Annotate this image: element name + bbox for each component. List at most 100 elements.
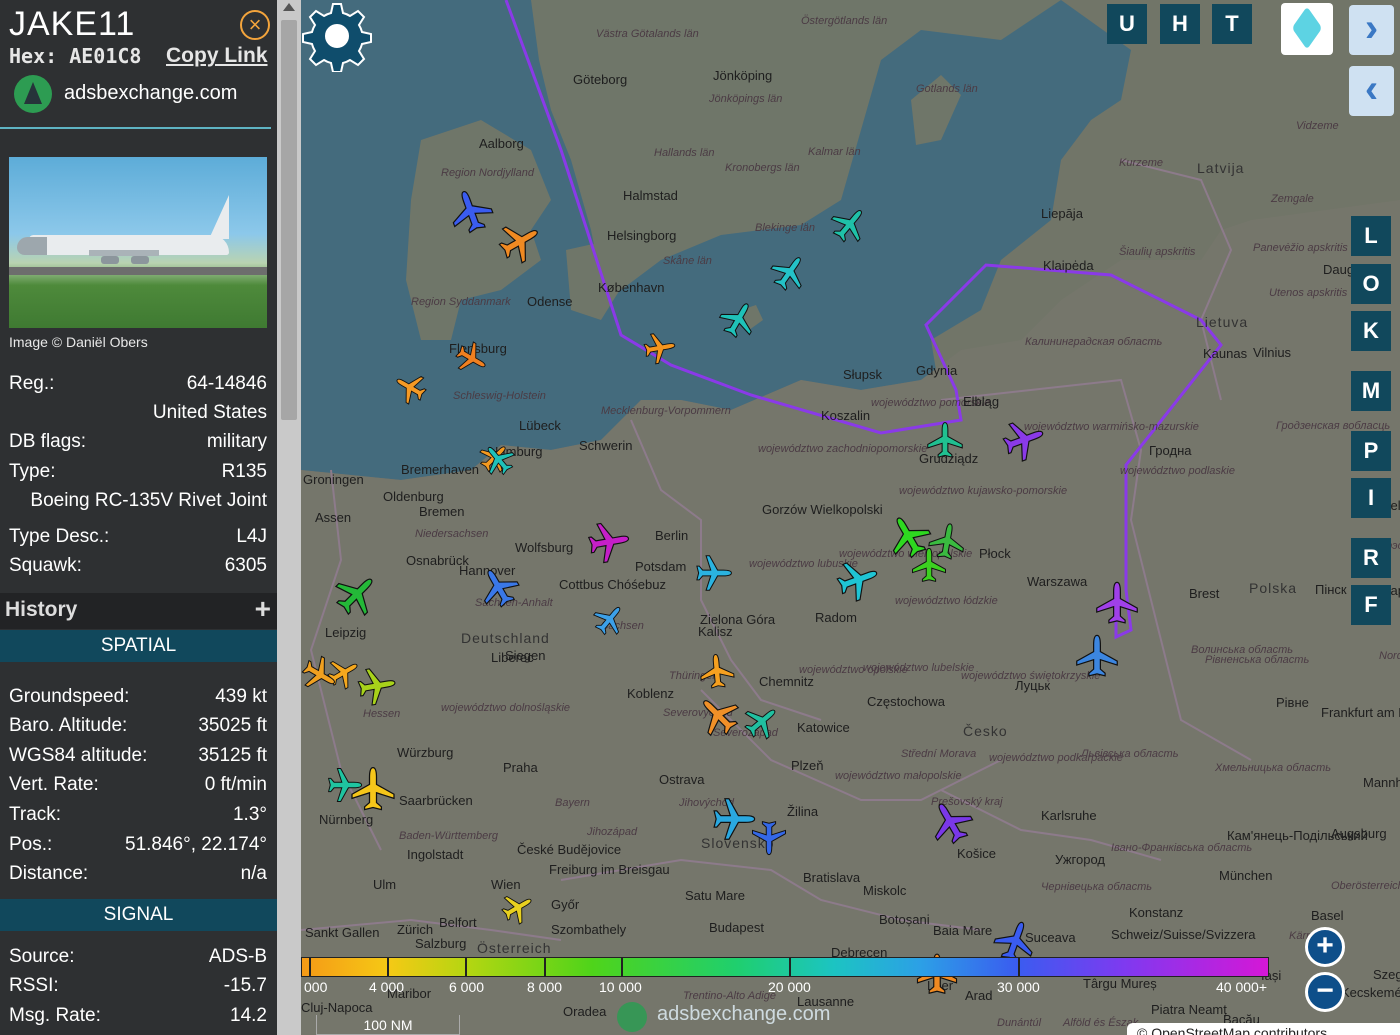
aircraft-marker-icon[interactable] [330,569,382,621]
aircraft-marker-icon[interactable] [743,811,795,863]
aircraft-marker-icon[interactable] [445,186,497,238]
copy-link[interactable]: Copy Link [166,44,268,68]
aircraft-marker-icon[interactable] [583,594,635,646]
map-label: Калининградская область [1025,336,1163,348]
legend-tick [621,957,623,977]
map-label: Nordrhein-Westfalen [1379,650,1400,662]
map-label: Sankt Gallen [305,925,380,940]
map-label: Střední Morava [901,748,977,760]
map-label: České Budějovice [517,842,622,857]
reg-value[interactable]: 64-14846 [187,373,267,395]
squawk-label: Squawk: [9,555,82,576]
aircraft-marker-icon[interactable] [350,660,402,712]
aircraft-marker-icon[interactable] [712,294,764,346]
map-label: München [1219,868,1273,883]
m-button[interactable]: M [1351,371,1391,411]
aircraft-marker-icon[interactable] [473,562,525,614]
scroll-thumb[interactable] [281,20,297,420]
t-button[interactable]: T [1212,4,1252,44]
db-flags-value: military [206,431,267,452]
rssi-label: RSSI: [9,975,59,996]
photo-credit[interactable]: Image © Daniël Obers [9,334,148,350]
close-icon[interactable]: × [240,10,270,40]
aircraft-marker-icon[interactable] [687,547,739,599]
map-label: Panevėžio apskritis [1253,242,1348,254]
map-label: Kurzeme [1119,157,1164,169]
aircraft-marker-icon[interactable] [493,216,545,268]
signal-section-header: SIGNAL [0,899,277,931]
aircraft-marker-icon[interactable] [735,696,787,748]
map-label: Oberösterreich [1331,880,1400,892]
map-label: Basel [1311,908,1344,923]
map-label: Elbląg [963,394,1000,409]
map-label: Katowice [797,720,850,735]
aircraft-marker-icon[interactable] [997,414,1049,466]
map-label: Halmstad [623,188,678,203]
adsbexchange-logo-icon[interactable] [14,75,52,113]
layers-icon[interactable] [1281,3,1333,55]
map-label: Warszawa [1027,574,1088,589]
aircraft-marker-icon[interactable] [633,322,685,374]
expand-right-arrow-icon[interactable]: › [1349,5,1394,55]
aircraft-marker-icon[interactable] [903,540,955,592]
map-label: województwo podlaskie [1120,465,1235,477]
aircraft-marker-icon[interactable] [347,764,399,816]
aircraft-photo[interactable] [9,157,267,328]
aircraft-marker-icon[interactable] [925,797,977,849]
map-label: województwo małopolskie [835,770,962,782]
sidebar-scrollbar[interactable] [277,0,301,1035]
map-label: Ingolstadt [407,847,464,862]
i-button[interactable]: I [1351,478,1391,518]
aircraft-marker-icon[interactable] [582,516,634,568]
collapse-left-arrow-icon[interactable]: ‹ [1349,66,1394,116]
legend-label: 10 000 [599,979,642,995]
zoom-in-button[interactable]: + [1305,927,1345,967]
map-label: Karlsruhe [1041,808,1097,823]
map-label: Satu Mare [685,888,745,903]
legend-tick [465,957,467,977]
aircraft-marker-icon[interactable] [445,332,497,384]
map-label: Siegen [505,648,546,663]
wgs84-altitude-value: 35125 ft [198,745,267,766]
aircraft-marker-icon[interactable] [491,882,543,934]
zoom-out-button[interactable]: − [1305,972,1345,1012]
expand-plus-icon[interactable]: + [255,593,271,625]
k-button[interactable]: K [1351,311,1391,351]
osm-attribution[interactable]: © OpenStreetMap contributors [1127,1023,1400,1035]
map-label: Zemgale [1271,193,1314,205]
type-name-value: Boeing RC-135V Rivet Joint [30,490,267,511]
map-label: Szombathely [551,922,627,937]
aircraft-marker-icon[interactable] [763,247,815,299]
map-label: Kronobergs län [725,162,800,174]
map-view[interactable]: Östergötlands län Västra Götalands län Göt… [301,0,1400,1035]
aircraft-marker-icon[interactable] [385,362,437,414]
r-button[interactable]: R [1351,538,1391,578]
watermark-text: adsbexchange.com [657,1003,831,1025]
o-button[interactable]: O [1351,264,1391,304]
pos-label: Pos.: [9,834,53,855]
map-label: Klaipėda [1043,258,1094,273]
p-button[interactable]: P [1351,431,1391,471]
aircraft-marker-icon[interactable] [1071,631,1123,683]
source-label: Source: [9,946,75,967]
site-link[interactable]: adsbexchange.com [64,82,237,105]
aircraft-marker-icon[interactable] [919,415,971,467]
vert-rate-value: 0 ft/min [204,774,267,795]
map-label: Пінск [1315,582,1347,597]
map-label: Słupsk [843,367,883,382]
history-header[interactable]: History + [0,593,277,629]
l-button[interactable]: L [1351,216,1391,256]
map-label: województwo opolskie [799,664,908,676]
map-label: Zürich [397,922,434,937]
aircraft-marker-icon[interactable] [473,434,525,486]
f-button[interactable]: F [1351,585,1391,625]
aircraft-marker-icon[interactable] [823,199,875,251]
aircraft-marker-icon[interactable] [1091,578,1143,630]
scroll-up-arrow-icon[interactable] [283,3,295,11]
u-button[interactable]: U [1107,4,1147,44]
settings-gear-icon[interactable] [301,0,373,72]
h-button[interactable]: H [1160,4,1200,44]
aircraft-marker-icon[interactable] [301,648,345,700]
legend-tick [309,957,311,977]
aircraft-marker-icon[interactable] [831,554,883,606]
